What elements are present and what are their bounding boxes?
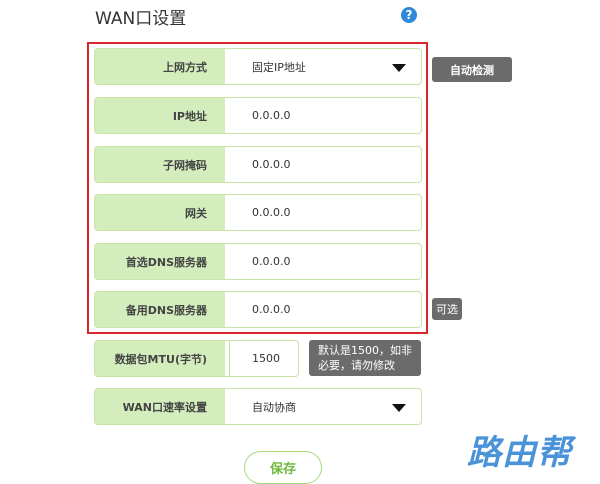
save-button[interactable]: 保存 xyxy=(244,451,322,484)
connection-type-label: 上网方式 xyxy=(95,49,225,84)
connection-type-value[interactable]: 固定IP地址 xyxy=(225,49,306,84)
page-title: WAN口设置 xyxy=(95,9,187,29)
wan-speed-value[interactable]: 自动协商 xyxy=(225,389,296,424)
mtu-hint-line2: 必要，请勿修改 xyxy=(318,359,395,372)
dns-primary-field[interactable]: 首选DNS服务器 0.0.0.0 xyxy=(94,243,422,280)
wan-speed-select[interactable]: WAN口速率设置 自动协商 xyxy=(94,388,422,425)
dns-secondary-field[interactable]: 备用DNS服务器 0.0.0.0 xyxy=(94,291,422,328)
subnet-field[interactable]: 子网掩码 0.0.0.0 xyxy=(94,146,422,183)
ip-field[interactable]: IP地址 0.0.0.0 xyxy=(94,97,422,134)
dns-primary-label: 首选DNS服务器 xyxy=(95,244,225,279)
mtu-hint-line1: 默认是1500，如非 xyxy=(318,344,412,357)
ip-input[interactable]: 0.0.0.0 xyxy=(225,98,290,133)
wan-speed-label: WAN口速率设置 xyxy=(95,389,225,424)
mtu-input[interactable]: 1500 xyxy=(229,341,298,376)
gateway-field[interactable]: 网关 0.0.0.0 xyxy=(94,194,422,231)
dns-primary-input[interactable]: 0.0.0.0 xyxy=(225,244,290,279)
gateway-label: 网关 xyxy=(95,195,225,230)
gateway-input[interactable]: 0.0.0.0 xyxy=(225,195,290,230)
watermark-logo: 路由帮 xyxy=(467,433,572,473)
subnet-label: 子网掩码 xyxy=(95,147,225,182)
mtu-label: 数据包MTU(字节) xyxy=(95,341,225,376)
optional-badge: 可选 xyxy=(432,298,462,320)
mtu-field[interactable]: 数据包MTU(字节) 1500 xyxy=(94,340,299,377)
dns-secondary-input[interactable]: 0.0.0.0 xyxy=(225,292,290,327)
chevron-down-icon[interactable] xyxy=(392,404,406,412)
question-circle-icon[interactable]: ? xyxy=(401,7,417,23)
subnet-input[interactable]: 0.0.0.0 xyxy=(225,147,290,182)
dns-secondary-label: 备用DNS服务器 xyxy=(95,292,225,327)
connection-type-select[interactable]: 上网方式 固定IP地址 xyxy=(94,48,422,85)
mtu-hint-tooltip: 默认是1500，如非 必要，请勿修改 xyxy=(309,340,421,376)
auto-detect-button[interactable]: 自动检测 xyxy=(432,57,512,82)
chevron-down-icon[interactable] xyxy=(392,64,406,72)
ip-label: IP地址 xyxy=(95,98,225,133)
